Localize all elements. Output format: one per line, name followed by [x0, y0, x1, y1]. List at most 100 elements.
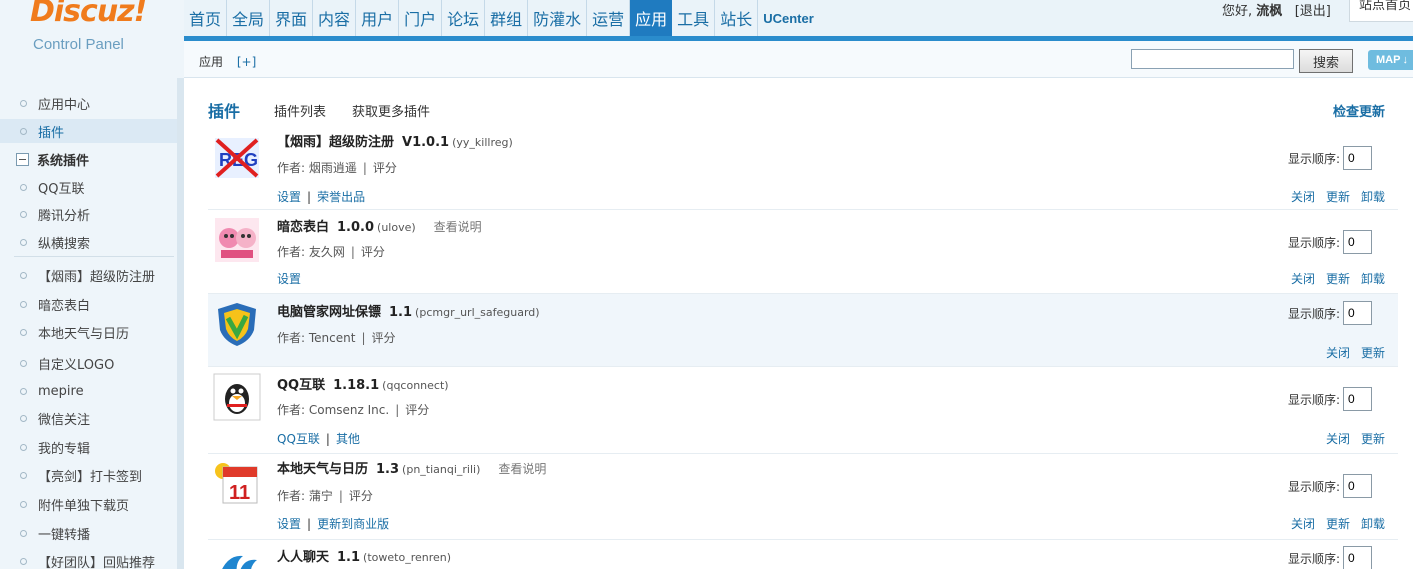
sidebar-divider	[14, 256, 174, 257]
update-link[interactable]: 更新	[1361, 432, 1385, 446]
author-text: 作者: 友久网	[277, 245, 345, 259]
sidebar-item-attach-download[interactable]: 附件单独下载页	[0, 492, 177, 516]
check-update-link[interactable]: 检查更新	[1333, 101, 1385, 120]
sidebar-item-custom-logo[interactable]: 自定义LOGO	[0, 351, 177, 375]
order-input[interactable]	[1343, 474, 1373, 498]
bullet-icon	[20, 328, 27, 336]
order-input[interactable]	[1343, 230, 1373, 254]
sidebar-item-weather[interactable]: 本地天气与日历	[0, 320, 177, 344]
search-input[interactable]	[1131, 49, 1294, 69]
sidebar-item-album[interactable]: 我的专辑	[0, 435, 177, 459]
sidebar-item-app-center[interactable]: 应用中心	[0, 91, 177, 115]
sidebar-scrollbar[interactable]	[177, 78, 184, 569]
settings-link[interactable]: 设置	[277, 272, 301, 286]
nav-user[interactable]: 用户	[356, 0, 400, 36]
separator: |	[325, 432, 330, 446]
disable-link[interactable]: 关闭	[1291, 517, 1315, 531]
plugin-identifier: (toweto_renren)	[363, 551, 452, 564]
update-link[interactable]: 更新	[1326, 517, 1350, 531]
breadcrumb-current: 应用	[199, 55, 224, 69]
sidebar-item-plugins[interactable]: 插件	[0, 119, 177, 143]
separator: |	[307, 517, 312, 531]
calendar-icon: 11	[215, 463, 258, 504]
plugin-links: 设置	[277, 270, 301, 287]
sidebar-item-yy-killreg[interactable]: 【烟雨】超级防注册	[0, 263, 177, 287]
nav-global[interactable]: 全局	[227, 0, 271, 36]
plugin-name: 本地天气与日历 1.3 (pn_tianqi_rili) 查看说明	[277, 458, 546, 477]
uninstall-link[interactable]: 卸载	[1361, 517, 1385, 531]
logout-link[interactable]: [退出]	[1295, 4, 1331, 19]
update-link[interactable]: 更新	[1361, 346, 1385, 360]
order-input[interactable]	[1343, 301, 1373, 325]
add-shortcut-link[interactable]: [+]	[237, 55, 256, 69]
plugin-links: 设置 | 荣誉出品	[277, 188, 365, 205]
honor-link[interactable]: 荣誉出品	[317, 190, 365, 204]
sidebar-item-label: mepire	[38, 383, 84, 399]
rate-link[interactable]: 评分	[405, 403, 429, 417]
other-link[interactable]: 其他	[336, 432, 360, 446]
disable-link[interactable]: 关闭	[1326, 432, 1350, 446]
nav-style[interactable]: 界面	[270, 0, 314, 36]
sidebar-item-wechat[interactable]: 微信关注	[0, 406, 177, 430]
sidebar-item-tencent-analytics[interactable]: 腾讯分析	[0, 202, 177, 226]
map-button[interactable]: MAP ↓	[1368, 50, 1413, 70]
qqconnect-link[interactable]: QQ互联	[277, 432, 320, 446]
readme-link[interactable]: 查看说明	[434, 220, 482, 234]
nav-forum[interactable]: 论坛	[442, 0, 486, 36]
plugin-actions: 关闭 更新	[1315, 344, 1385, 361]
upgrade-link[interactable]: 更新到商业版	[317, 517, 389, 531]
sidebar-item-reply-recommend[interactable]: 【好团队】回贴推荐	[0, 549, 177, 569]
order-input[interactable]	[1343, 387, 1373, 411]
nav-tools[interactable]: 工具	[672, 0, 716, 36]
nav-topic[interactable]: 内容	[313, 0, 357, 36]
tab-get-more[interactable]: 获取更多插件	[352, 101, 430, 120]
uninstall-link[interactable]: 卸载	[1361, 272, 1385, 286]
plugin-links: 设置 | 更新到商业版	[277, 515, 389, 532]
nav-group[interactable]: 群组	[485, 0, 529, 36]
sidebar-item-qqconnect[interactable]: QQ互联	[0, 175, 177, 199]
nav-extended[interactable]: 运营	[587, 0, 631, 36]
update-link[interactable]: 更新	[1326, 190, 1350, 204]
sidebar-group-system-plugins[interactable]: 系统插件	[0, 147, 177, 171]
nav-home[interactable]: 首页	[184, 0, 228, 36]
rate-link[interactable]: 评分	[361, 245, 385, 259]
logo-subtitle: Control Panel	[33, 36, 124, 53]
order-label: 显示顺序:	[1288, 306, 1341, 321]
sidebar-item-repost[interactable]: 一键转播	[0, 521, 177, 545]
disable-link[interactable]: 关闭	[1291, 190, 1315, 204]
logo[interactable]: Discuz! Control Panel	[0, 0, 184, 78]
search-button[interactable]: 搜索	[1299, 49, 1353, 73]
update-link[interactable]: 更新	[1326, 272, 1350, 286]
disable-link[interactable]: 关闭	[1291, 272, 1315, 286]
settings-link[interactable]: 设置	[277, 517, 301, 531]
right-edge	[1398, 78, 1413, 569]
order-input[interactable]	[1343, 546, 1373, 569]
nav-plugin[interactable]: 应用	[630, 0, 673, 36]
disable-link[interactable]: 关闭	[1326, 346, 1350, 360]
site-home-link[interactable]: 站点首页	[1349, 0, 1413, 22]
order-input[interactable]	[1343, 146, 1373, 170]
rate-link[interactable]: 评分	[371, 331, 395, 345]
tab-plugin-list[interactable]: 插件列表	[274, 101, 326, 120]
separator: |	[307, 190, 312, 204]
bullet-icon	[20, 271, 27, 279]
sidebar-item-signin[interactable]: 【亮剑】打卡签到	[0, 463, 177, 487]
nav-ucenter[interactable]: UCenter	[758, 0, 819, 36]
sidebar-item-ulove[interactable]: 暗恋表白	[0, 292, 177, 316]
bullet-icon	[20, 300, 27, 308]
nav-portal[interactable]: 门户	[399, 0, 443, 36]
rate-link[interactable]: 评分	[349, 489, 373, 503]
plugin-row: QQ互联 1.18.1 (qqconnect) 作者: Comsenz Inc. | 评…	[208, 367, 1398, 454]
sidebar-item-mepire[interactable]: mepire	[0, 379, 177, 403]
sidebar-item-search[interactable]: 纵横搜索	[0, 230, 177, 254]
plugin-name: QQ互联 1.18.1 (qqconnect)	[277, 374, 449, 393]
settings-link[interactable]: 设置	[277, 190, 301, 204]
plugin-row: 人人聊天 1.1 (toweto_renren) 显示顺序:	[208, 540, 1398, 569]
readme-link[interactable]: 查看说明	[498, 462, 546, 476]
rate-link[interactable]: 评分	[373, 161, 397, 175]
sidebar-item-label: 纵横搜索	[38, 236, 91, 252]
collapse-icon[interactable]	[16, 152, 29, 166]
nav-founder[interactable]: 站长	[715, 0, 759, 36]
uninstall-link[interactable]: 卸载	[1361, 190, 1385, 204]
nav-safe[interactable]: 防灌水	[528, 0, 588, 36]
